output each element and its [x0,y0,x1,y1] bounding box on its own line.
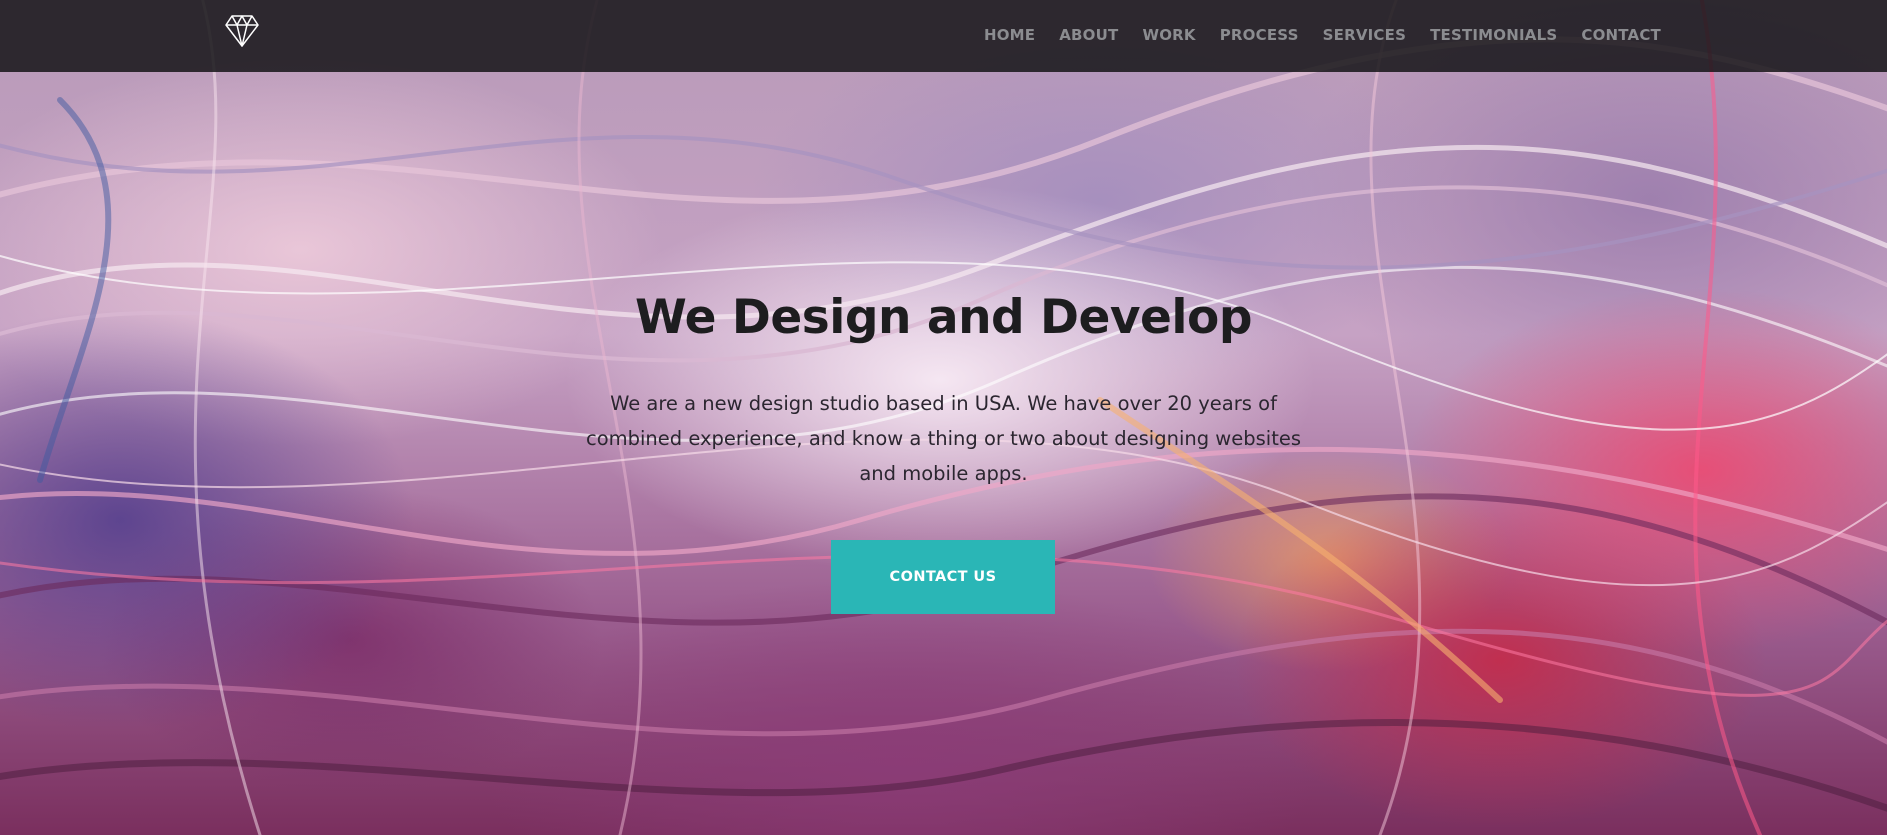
diamond-icon[interactable] [224,14,260,48]
nav-item-contact[interactable]: CONTACT [1581,26,1661,44]
nav-item-work[interactable]: WORK [1142,26,1195,44]
hero-section: HOME ABOUT WORK PROCESS SERVICES TESTIMO… [0,0,1887,835]
nav-item-process[interactable]: PROCESS [1220,26,1299,44]
top-navigation-bar: HOME ABOUT WORK PROCESS SERVICES TESTIMO… [0,0,1887,72]
nav-item-testimonials[interactable]: TESTIMONIALS [1430,26,1557,44]
hero-description: We are a new design studio based in USA.… [585,392,1302,485]
nav-item-services[interactable]: SERVICES [1323,26,1406,44]
nav-item-about[interactable]: ABOUT [1059,26,1118,44]
hero-headline: We Design and Develop [635,290,1252,345]
contact-us-button[interactable]: CONTACT US [831,540,1055,614]
nav-menu: HOME ABOUT WORK PROCESS SERVICES TESTIMO… [960,0,1661,70]
nav-item-home[interactable]: HOME [984,26,1035,44]
